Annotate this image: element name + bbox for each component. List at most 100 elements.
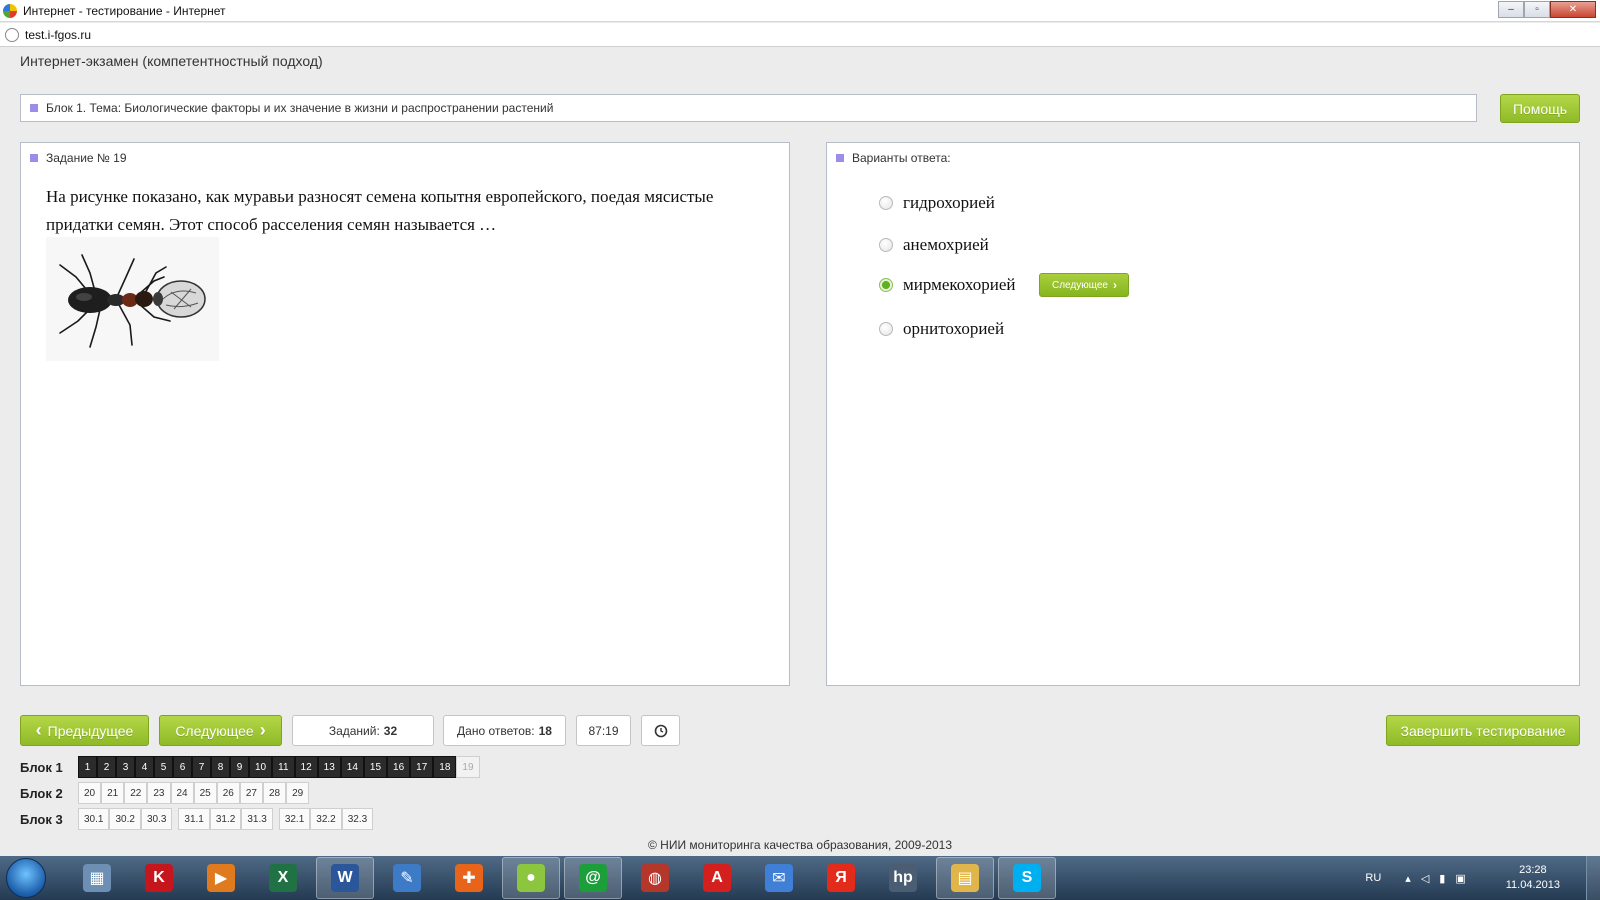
task-number-21[interactable]: 21 <box>101 782 125 804</box>
system-clock[interactable]: 23:28 11.04.2013 <box>1506 863 1560 893</box>
task-number-30-1[interactable]: 30.1 <box>78 808 110 830</box>
taskbar-skype-button[interactable]: S <box>998 857 1056 899</box>
answer-option-text[interactable]: гидрохорией <box>903 193 995 213</box>
minimize-button[interactable]: – <box>1498 1 1524 18</box>
task-number-26[interactable]: 26 <box>216 782 240 804</box>
task-number-22[interactable]: 22 <box>124 782 148 804</box>
answer-option-text[interactable]: мирмекохорией <box>903 275 1015 295</box>
taskbar-puzzle-app-button[interactable]: ✚ <box>440 857 498 899</box>
next-label: Следующее <box>175 722 254 739</box>
task-number-27[interactable]: 27 <box>239 782 263 804</box>
task-number-17[interactable]: 17 <box>410 756 434 778</box>
taskbar-notes-button[interactable]: ✎ <box>378 857 436 899</box>
task-number-23[interactable]: 23 <box>147 782 171 804</box>
task-number-28[interactable]: 28 <box>263 782 287 804</box>
volume-icon[interactable]: ◁ <box>1421 873 1439 885</box>
usb-device-icon[interactable]: ▮ <box>1439 873 1455 885</box>
next-button[interactable]: Следующее › <box>159 715 282 746</box>
taskbar-yandex-button[interactable]: Я <box>812 857 870 899</box>
clock-button[interactable] <box>641 715 680 746</box>
task-number-14[interactable]: 14 <box>340 756 364 778</box>
answer-option-3[interactable]: мирмекохорией Следующее › <box>879 273 1130 297</box>
taskbar-pdf-reader-button[interactable]: A <box>688 857 746 899</box>
task-number-32-3[interactable]: 32.3 <box>341 808 374 830</box>
ant-with-seed-image <box>46 237 219 361</box>
url-text[interactable]: test.i-fgos.ru <box>25 28 91 42</box>
inline-next-button[interactable]: Следующее › <box>1039 273 1130 297</box>
taskbar-word-button[interactable]: W <box>316 857 374 899</box>
task-number-4[interactable]: 4 <box>135 756 154 778</box>
clock-icon <box>654 724 667 737</box>
task-number-31-1[interactable]: 31.1 <box>178 808 210 830</box>
show-hidden-icons-icon[interactable]: ▴ <box>1405 873 1421 885</box>
task-number-8[interactable]: 8 <box>211 756 230 778</box>
close-button[interactable]: ✕ <box>1550 1 1596 18</box>
answer-radio[interactable] <box>879 322 893 336</box>
maximize-button[interactable]: ▫ <box>1524 1 1550 18</box>
task-number-16[interactable]: 16 <box>387 756 411 778</box>
help-button[interactable]: Помощь <box>1500 94 1580 123</box>
answer-radio[interactable] <box>879 196 893 210</box>
taskbar-excel-button[interactable]: X <box>254 857 312 899</box>
task-group: 32.1 32.2 32.3 <box>278 808 374 830</box>
answer-option-text[interactable]: орнитохорией <box>903 319 1004 339</box>
task-number-30-3[interactable]: 30.3 <box>140 808 173 830</box>
task-number-30-2[interactable]: 30.2 <box>109 808 141 830</box>
block-row-2: Блок 2 20 21 22 23 24 25 26 27 28 29 <box>20 782 315 804</box>
block-row-3: Блок 3 30.1 30.2 30.3 31.1 31.2 31.3 32.1 32.2 3… <box>20 808 379 830</box>
answers-label-text: Варианты ответа: <box>852 151 951 165</box>
block-row-1: Блок 1 1 2 3 4 5 6 7 8 9 10 11 12 13 14 15 16 17 18 19 <box>20 756 486 778</box>
task-number-15[interactable]: 15 <box>363 756 388 778</box>
task-number-25[interactable]: 25 <box>193 782 217 804</box>
question-number: Задание № 19 <box>46 151 127 165</box>
finish-test-button[interactable]: Завершить тестирование <box>1386 715 1580 746</box>
task-number-20[interactable]: 20 <box>78 782 102 804</box>
taskbar-browser-button[interactable]: ● <box>502 857 560 899</box>
task-number-32-1[interactable]: 32.1 <box>278 808 311 830</box>
block-label: Блок 1 <box>20 759 63 775</box>
task-number-10[interactable]: 10 <box>249 756 273 778</box>
language-indicator[interactable]: RU <box>1365 872 1381 884</box>
network-icon[interactable]: ▣ <box>1455 873 1475 885</box>
answer-radio-selected[interactable] <box>879 278 893 292</box>
task-number-32-2[interactable]: 32.2 <box>310 808 342 830</box>
task-number-7[interactable]: 7 <box>192 756 211 778</box>
topic-marker-icon <box>30 104 38 112</box>
answer-option-1[interactable]: гидрохорией <box>879 193 995 213</box>
task-number-13[interactable]: 13 <box>317 756 341 778</box>
answer-option-text[interactable]: анемохрией <box>903 235 989 255</box>
taskbar-calculator-button[interactable]: ▦ <box>68 857 126 899</box>
answered-count-box: Дано ответов: 18 <box>443 715 566 746</box>
taskbar-media-player-button[interactable]: ▶ <box>192 857 250 899</box>
taskbar-globe-app-button[interactable]: ◍ <box>626 857 684 899</box>
block-label: Блок 3 <box>20 811 63 827</box>
start-button[interactable] <box>6 858 46 898</box>
task-number-18[interactable]: 18 <box>433 756 457 778</box>
taskbar-hp-button[interactable]: hp <box>874 857 932 899</box>
answer-option-2[interactable]: анемохрией <box>879 235 989 255</box>
answer-radio[interactable] <box>879 238 893 252</box>
task-number-29[interactable]: 29 <box>286 782 310 804</box>
task-number-9[interactable]: 9 <box>230 756 249 778</box>
taskbar-kaspersky-button[interactable]: K <box>130 857 188 899</box>
task-number-2[interactable]: 2 <box>97 756 116 778</box>
page-title: Интернет-экзамен (компетентностный подхо… <box>20 53 323 69</box>
taskbar-explorer-button[interactable]: ▤ <box>936 857 994 899</box>
show-desktop-button[interactable] <box>1586 856 1600 900</box>
task-number-11[interactable]: 11 <box>272 756 295 778</box>
address-bar[interactable]: test.i-fgos.ru <box>0 23 1600 47</box>
task-number-6[interactable]: 6 <box>173 756 192 778</box>
task-number-3[interactable]: 3 <box>116 756 135 778</box>
task-number-24[interactable]: 24 <box>170 782 194 804</box>
task-number-1[interactable]: 1 <box>78 756 97 778</box>
previous-button[interactable]: ‹ Предыдущее <box>20 715 149 746</box>
answer-option-4[interactable]: орнитохорией <box>879 319 1004 339</box>
browser-icon: ● <box>517 864 545 892</box>
taskbar-mail-button[interactable]: ✉ <box>750 857 808 899</box>
task-number-5[interactable]: 5 <box>154 756 173 778</box>
taskbar-mail-agent-button[interactable]: @ <box>564 857 622 899</box>
task-number-31-2[interactable]: 31.2 <box>209 808 242 830</box>
task-number-31-3[interactable]: 31.3 <box>241 808 273 830</box>
task-number-12[interactable]: 12 <box>294 756 318 778</box>
task-number-19[interactable]: 19 <box>456 756 480 778</box>
